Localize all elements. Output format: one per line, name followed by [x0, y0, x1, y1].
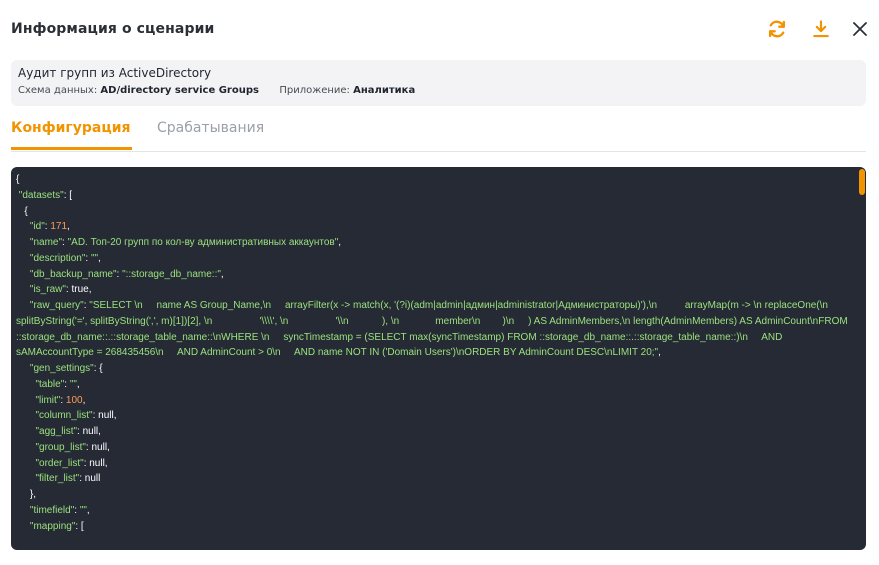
code-token: "mapping" [16, 520, 76, 532]
code-token: , [220, 268, 224, 280]
code-token: "db_backup_name" [16, 268, 117, 280]
code-token: , [86, 504, 90, 516]
tab-bar: Конфигурация Срабатывания [11, 112, 866, 152]
code-line: "id": 171, [16, 219, 854, 235]
download-icon[interactable] [808, 16, 834, 42]
code-token: { [16, 205, 28, 217]
app-value: Аналитика [353, 85, 416, 96]
code-token: 100 [65, 394, 83, 406]
scenario-info-card: Аудит групп из ActiveDirectory Схема дан… [11, 60, 866, 106]
modal-title: Информация о сценарии [11, 21, 215, 37]
code-token: { [16, 174, 20, 185]
code-token: : null, [92, 410, 117, 422]
schema-value: AD/directory service Groups [100, 85, 259, 96]
code-line: "timefield": "", [16, 503, 854, 519]
code-token: : [ [63, 189, 73, 201]
code-token: 171 [50, 221, 68, 233]
close-icon[interactable] [847, 16, 873, 42]
code-token: "AD. Топ-20 групп по кол-ву администрати… [67, 237, 339, 248]
scrollbar-thumb[interactable] [859, 169, 865, 195]
code-token: , [658, 347, 661, 359]
code-token: : [ [75, 520, 84, 532]
code-line: "group_list": null, [16, 440, 854, 456]
code-token: "order_list" [16, 457, 84, 469]
scenario-meta: Схема данных: AD/directory service Group… [18, 85, 415, 96]
code-token: "is_raw" [16, 284, 66, 296]
code-line: "order_list": null, [16, 456, 854, 472]
code-token: "" [69, 378, 77, 390]
code-token: , [76, 378, 80, 390]
code-line: "filter_list": null [16, 471, 854, 487]
app-label: Приложение: [279, 85, 350, 96]
code-token: "gen_settings" [16, 363, 94, 374]
json-code-viewer[interactable]: { "datasets": [ { "id": 171, "name": "AD… [11, 167, 866, 550]
code-line: "is_raw": true, [16, 282, 854, 298]
code-line: "limit": 100, [16, 393, 854, 409]
code-token: "group_list" [16, 441, 86, 453]
code-line: "raw_query": "SELECT \n name AS Group_Na… [16, 298, 854, 361]
code-token: : null [79, 473, 101, 485]
code-token: "id" [16, 221, 45, 233]
code-line: "mapping": [ [16, 519, 854, 535]
code-token: : null, [77, 426, 101, 437]
tab-triggers[interactable]: Срабатывания [157, 120, 264, 151]
code-token: "" [79, 504, 87, 516]
code-line: "db_backup_name": "::storage_db_name::", [16, 267, 854, 283]
tab-configuration[interactable]: Конфигурация [11, 120, 132, 150]
code-token: "description" [16, 252, 86, 264]
code-token: "limit" [16, 394, 61, 406]
code-token: , [67, 221, 70, 233]
scenario-name: Аудит групп из ActiveDirectory [18, 66, 212, 80]
code-line: "name": "AD. Топ-20 групп по кол-ву адми… [16, 235, 854, 251]
code-token: , [82, 394, 86, 406]
code-line: "gen_settings": { [16, 361, 854, 377]
code-content: { "datasets": [ { "id": 171, "name": "AD… [16, 172, 854, 534]
code-token: , [98, 252, 101, 264]
code-token: "raw_query" [16, 300, 84, 311]
code-token: : true, [65, 284, 92, 296]
code-token: "agg_list" [16, 426, 78, 437]
code-token: "name" [16, 237, 63, 248]
code-token: : null, [83, 457, 108, 469]
schema-label: Схема данных: [18, 85, 98, 96]
code-token: : { [93, 363, 103, 374]
code-token: "SELECT \n name AS Group_Name,\n arrayFi… [16, 300, 848, 359]
code-line: "table": "", [16, 377, 854, 393]
modal-header: Информация о сценарии [0, 0, 879, 60]
code-token: }, [16, 489, 37, 500]
code-line: "description": "", [16, 251, 854, 267]
code-token: "table" [16, 378, 65, 390]
code-line: "column_list": null, [16, 408, 854, 424]
code-line: { [16, 172, 854, 188]
code-line: "agg_list": null, [16, 424, 854, 440]
refresh-icon[interactable] [764, 16, 790, 42]
code-token: "filter_list" [16, 473, 80, 485]
code-token: "datasets" [16, 189, 64, 201]
code-token: "timefield" [16, 504, 75, 516]
code-token: "column_list" [16, 410, 93, 422]
code-token: "::storage_db_name::" [122, 268, 221, 280]
code-line: "datasets": [ [16, 188, 854, 204]
code-token: : null, [85, 441, 110, 453]
code-line: { [16, 204, 854, 220]
code-line: }, [16, 487, 854, 503]
code-token: "" [90, 252, 99, 264]
code-token: , [338, 237, 342, 248]
